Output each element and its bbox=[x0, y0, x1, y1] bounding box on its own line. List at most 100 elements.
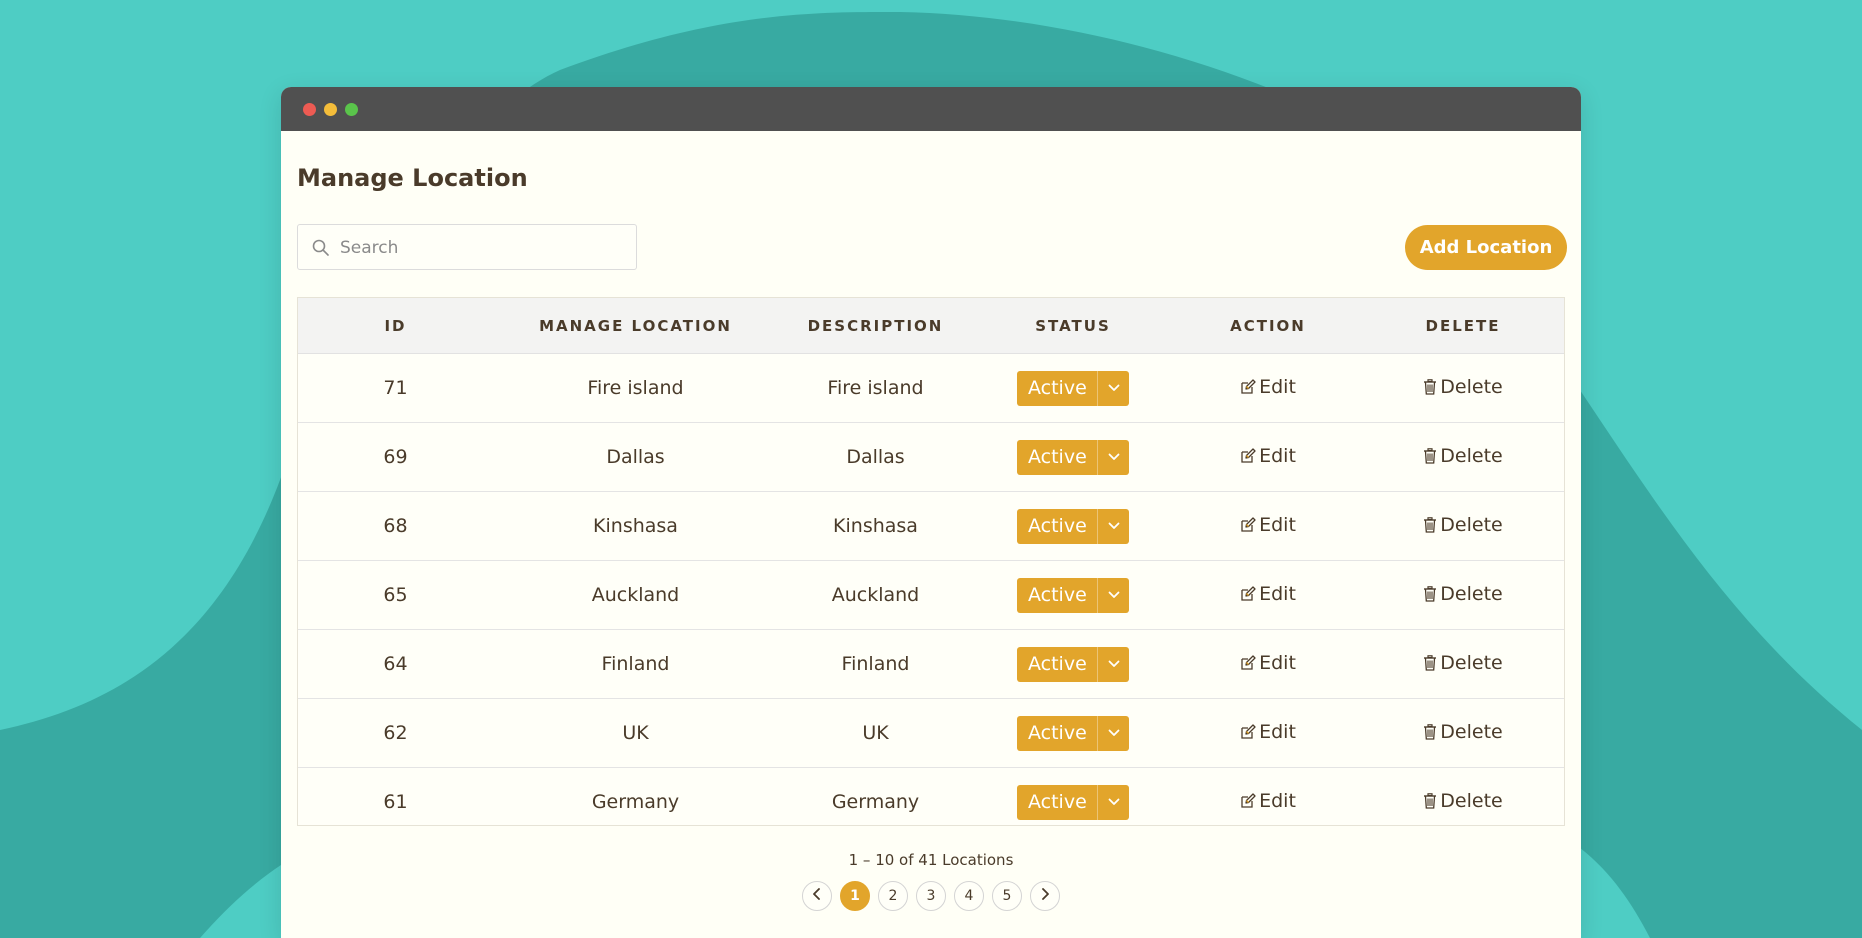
cell-action: Edit bbox=[1173, 652, 1363, 676]
status-dropdown[interactable]: Active bbox=[1017, 784, 1129, 820]
page-button-2[interactable]: 2 bbox=[878, 881, 908, 911]
cell-location: Germany bbox=[591, 791, 680, 813]
cell-location: Fire island bbox=[587, 377, 684, 399]
edit-label: Edit bbox=[1259, 721, 1296, 743]
delete-label: Delete bbox=[1440, 376, 1503, 398]
status-label: Active bbox=[1028, 791, 1087, 813]
pagination-summary: 1 – 10 of 41 Locations bbox=[848, 851, 1014, 869]
delete-label: Delete bbox=[1440, 583, 1503, 605]
column-header-delete: DELETE bbox=[1425, 316, 1501, 335]
trash-icon bbox=[1423, 379, 1437, 395]
cell-action: Edit bbox=[1173, 376, 1363, 400]
cell-delete: Delete bbox=[1363, 652, 1563, 676]
chevron-right-icon bbox=[1040, 888, 1050, 904]
cell-delete: Delete bbox=[1363, 790, 1563, 814]
column-header-manage-location: MANAGE LOCATION bbox=[539, 316, 732, 335]
cell-description: Fire island bbox=[827, 377, 924, 399]
cell-location: UK bbox=[622, 722, 649, 744]
column-header-action: ACTION bbox=[1230, 316, 1306, 335]
delete-button[interactable]: Delete bbox=[1423, 514, 1503, 536]
delete-label: Delete bbox=[1440, 445, 1503, 467]
chevron-down-icon bbox=[1097, 508, 1129, 544]
edit-button[interactable]: Edit bbox=[1240, 721, 1296, 743]
status-dropdown[interactable]: Active bbox=[1017, 577, 1129, 613]
status-dropdown[interactable]: Active bbox=[1017, 715, 1129, 751]
edit-button[interactable]: Edit bbox=[1240, 376, 1296, 398]
chevron-down-icon bbox=[1097, 784, 1129, 820]
status-dropdown[interactable]: Active bbox=[1017, 370, 1129, 406]
edit-icon bbox=[1240, 586, 1256, 602]
cell-delete: Delete bbox=[1363, 721, 1563, 745]
cell-action: Edit bbox=[1173, 445, 1363, 469]
edit-icon bbox=[1240, 517, 1256, 533]
chevron-down-icon bbox=[1097, 646, 1129, 682]
add-location-button[interactable]: Add Location bbox=[1405, 225, 1567, 270]
delete-label: Delete bbox=[1440, 652, 1503, 674]
cell-location: Dallas bbox=[606, 446, 665, 468]
page-button-5[interactable]: 5 bbox=[992, 881, 1022, 911]
chevron-down-icon bbox=[1097, 577, 1129, 613]
status-dropdown[interactable]: Active bbox=[1017, 439, 1129, 475]
edit-icon bbox=[1240, 448, 1256, 464]
status-label: Active bbox=[1028, 584, 1087, 606]
chevron-left-icon bbox=[812, 888, 822, 904]
delete-button[interactable]: Delete bbox=[1423, 721, 1503, 743]
cell-status: Active bbox=[973, 646, 1173, 682]
table-row: 62 UK UK Active Edit Delete bbox=[298, 699, 1564, 768]
delete-label: Delete bbox=[1440, 790, 1503, 812]
delete-button[interactable]: Delete bbox=[1423, 445, 1503, 467]
page-button-4[interactable]: 4 bbox=[954, 881, 984, 911]
edit-label: Edit bbox=[1259, 652, 1296, 674]
edit-button[interactable]: Edit bbox=[1240, 583, 1296, 605]
status-dropdown[interactable]: Active bbox=[1017, 508, 1129, 544]
edit-button[interactable]: Edit bbox=[1240, 445, 1296, 467]
window-titlebar bbox=[281, 87, 1581, 131]
page-button-1[interactable]: 1 bbox=[840, 881, 870, 911]
cell-description: Finland bbox=[841, 653, 910, 675]
delete-button[interactable]: Delete bbox=[1423, 376, 1503, 398]
cell-action: Edit bbox=[1173, 790, 1363, 814]
locations-table: ID MANAGE LOCATION DESCRIPTION STATUS AC… bbox=[297, 297, 1565, 826]
delete-button[interactable]: Delete bbox=[1423, 652, 1503, 674]
search-icon bbox=[312, 239, 329, 260]
previous-page-button[interactable] bbox=[802, 881, 832, 911]
close-window-button[interactable] bbox=[303, 103, 316, 116]
edit-label: Edit bbox=[1259, 790, 1296, 812]
cell-id: 62 bbox=[383, 722, 408, 744]
table-row: 61 Germany Germany Active Edit Delete bbox=[298, 768, 1564, 825]
table-row: 64 Finland Finland Active Edit Delete bbox=[298, 630, 1564, 699]
cell-description: Auckland bbox=[831, 584, 920, 606]
edit-button[interactable]: Edit bbox=[1240, 652, 1296, 674]
cell-description: Kinshasa bbox=[833, 515, 918, 537]
edit-button[interactable]: Edit bbox=[1240, 790, 1296, 812]
chevron-down-icon bbox=[1097, 370, 1129, 406]
minimize-window-button[interactable] bbox=[324, 103, 337, 116]
status-dropdown[interactable]: Active bbox=[1017, 646, 1129, 682]
edit-icon bbox=[1240, 379, 1256, 395]
table-row: 71 Fire island Fire island Active Edit Delete bbox=[298, 354, 1564, 423]
column-header-description: DESCRIPTION bbox=[807, 316, 944, 335]
cell-action: Edit bbox=[1173, 514, 1363, 538]
cell-description: Germany bbox=[831, 791, 920, 813]
delete-button[interactable]: Delete bbox=[1423, 583, 1503, 605]
edit-icon bbox=[1240, 655, 1256, 671]
next-page-button[interactable] bbox=[1030, 881, 1060, 911]
cell-status: Active bbox=[973, 370, 1173, 406]
edit-label: Edit bbox=[1259, 376, 1296, 398]
trash-icon bbox=[1423, 793, 1437, 809]
cell-id: 64 bbox=[383, 653, 408, 675]
column-header-id: ID bbox=[384, 316, 407, 335]
trash-icon bbox=[1423, 517, 1437, 533]
page-button-3[interactable]: 3 bbox=[916, 881, 946, 911]
edit-icon bbox=[1240, 793, 1256, 809]
search-box[interactable] bbox=[297, 224, 637, 270]
table-row: 65 Auckland Auckland Active Edit Delete bbox=[298, 561, 1564, 630]
trash-icon bbox=[1423, 655, 1437, 671]
maximize-window-button[interactable] bbox=[345, 103, 358, 116]
delete-button[interactable]: Delete bbox=[1423, 790, 1503, 812]
cell-delete: Delete bbox=[1363, 445, 1563, 469]
search-input[interactable] bbox=[340, 235, 620, 261]
cell-location: Auckland bbox=[591, 584, 680, 606]
edit-button[interactable]: Edit bbox=[1240, 514, 1296, 536]
status-label: Active bbox=[1028, 446, 1087, 468]
